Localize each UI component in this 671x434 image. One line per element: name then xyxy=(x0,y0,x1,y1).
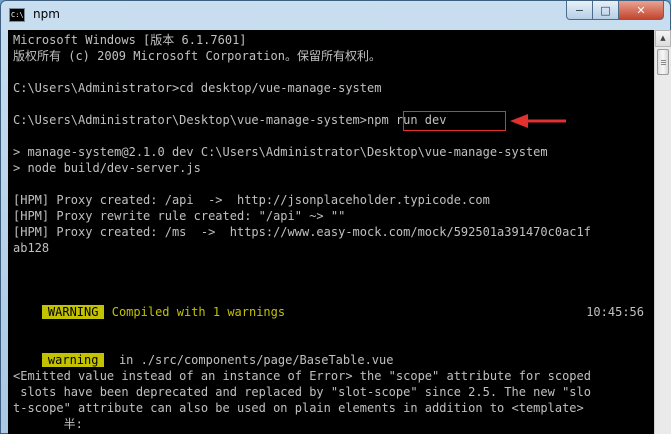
console-output[interactable]: Microsoft Windows [版本 6.1.7601] 版权所有 (c)… xyxy=(8,30,654,434)
warning-detail-text: in ./src/components/page/BaseTable.vue xyxy=(118,353,394,367)
warning-detail-badge: warning xyxy=(41,353,105,367)
thumb-grip xyxy=(661,60,666,61)
compile-status-text: Compiled with 1 warnings xyxy=(111,305,286,319)
window-title: npm xyxy=(33,7,60,21)
console-line: slots have been deprecated and replaced … xyxy=(13,385,591,399)
console-line: 版权所有 (c) 2009 Microsoft Corporation。保留所有… xyxy=(13,49,381,63)
console-line: [HPM] Proxy rewrite rule created: "/api"… xyxy=(13,209,346,223)
cmd-app-icon[interactable]: C:\ xyxy=(9,8,25,22)
title-bar[interactable]: C:\ npm − □ ✕ xyxy=(1,1,670,31)
console-line: [HPM] Proxy created: /api -> http://json… xyxy=(13,193,490,207)
window-controls: − □ ✕ xyxy=(566,1,664,21)
warning-detail-line: warning in ./src/components/page/BaseTab… xyxy=(13,336,393,367)
thumb-grip xyxy=(661,64,666,65)
vertical-scrollbar[interactable]: ▲ xyxy=(654,30,671,434)
console-line: 半: xyxy=(13,417,83,431)
console-line: Microsoft Windows [版本 6.1.7601] xyxy=(13,33,247,47)
minimize-button[interactable]: − xyxy=(566,1,593,20)
console-line: > node build/dev-server.js xyxy=(13,161,201,175)
console-line: C:\Users\Administrator>cd desktop/vue-ma… xyxy=(13,81,382,95)
warning-badge: WARNING xyxy=(41,305,105,319)
scroll-thumb[interactable] xyxy=(657,49,669,75)
console-line: [HPM] Proxy created: /ms -> https://www.… xyxy=(13,225,591,239)
console-line: C:\Users\Administrator\Desktop\vue-manag… xyxy=(13,113,447,127)
console-line: > manage-system@2.1.0 dev C:\Users\Admin… xyxy=(13,145,548,159)
maximize-button[interactable]: □ xyxy=(593,1,619,20)
red-arrow-icon xyxy=(510,114,566,128)
compile-timestamp: 10:45:56 xyxy=(586,305,644,319)
console-line: <Emitted value instead of an instance of… xyxy=(13,369,591,383)
scroll-up-button[interactable]: ▲ xyxy=(655,30,671,47)
thumb-grip xyxy=(661,62,666,63)
console-line: t-scope" attribute can also be used on p… xyxy=(13,401,584,415)
close-button[interactable]: ✕ xyxy=(619,1,664,20)
compile-warning-line: WARNING Compiled with 1 warnings 10:45:56 xyxy=(13,288,649,319)
command-highlight-box xyxy=(403,111,506,131)
console-line: ab128 xyxy=(13,241,50,255)
